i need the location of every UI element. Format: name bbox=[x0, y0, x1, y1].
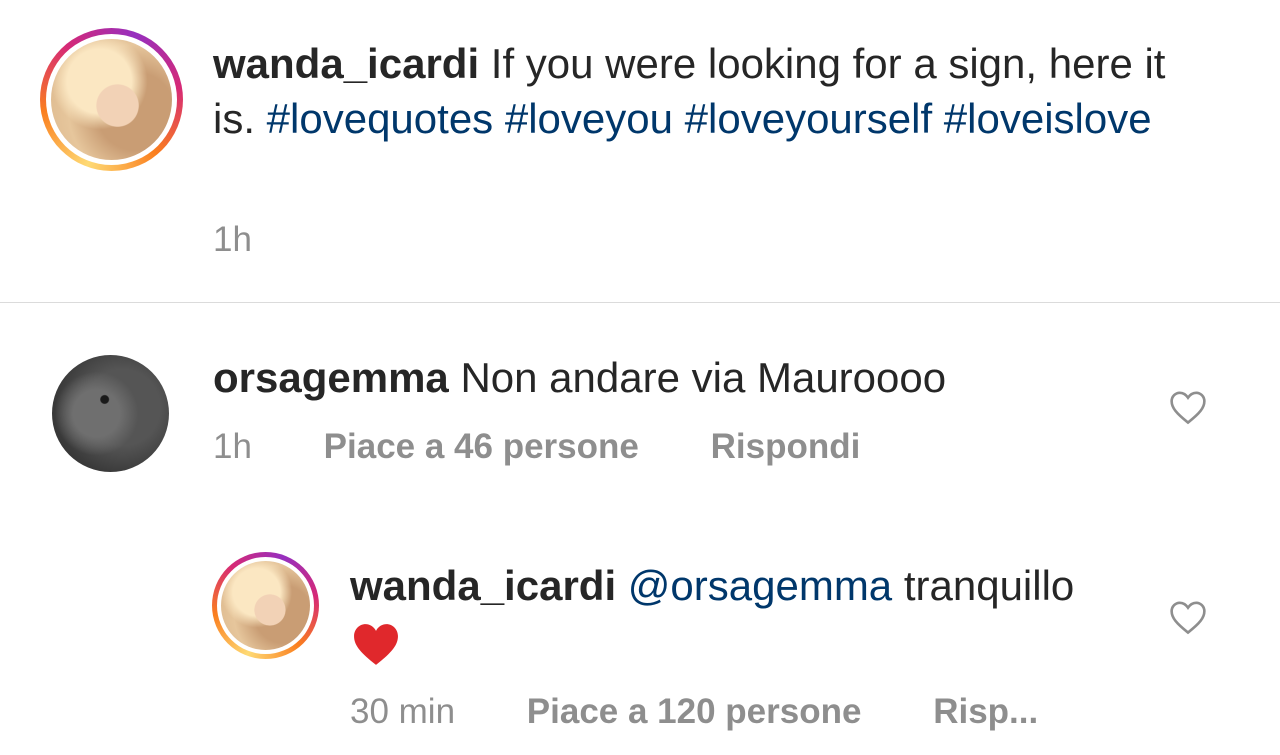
reply-text: wanda_icardi @orsagemma tranquillo bbox=[350, 558, 1150, 668]
comment-meta: 1h Piace a 46 persone Rispondi bbox=[213, 427, 860, 467]
reply-button[interactable]: Risp... bbox=[933, 692, 1038, 732]
red-heart-icon bbox=[354, 624, 398, 665]
reply-username[interactable]: wanda_icardi bbox=[350, 562, 616, 609]
heart-outline-icon[interactable] bbox=[1168, 599, 1208, 635]
comment-time: 1h bbox=[213, 427, 252, 466]
profile-photo bbox=[51, 39, 172, 160]
hashtag-loveyou[interactable]: #loveyou bbox=[505, 95, 673, 142]
reply-time: 30 min bbox=[350, 692, 456, 731]
reply-meta: 30 min Piace a 120 persone Risp... bbox=[350, 692, 1038, 732]
caption-text: wanda_icardi If you were looking for a s… bbox=[213, 36, 1213, 146]
comment-body: Non andare via Mauroooo bbox=[460, 354, 947, 401]
reply-button[interactable]: Rispondi bbox=[711, 427, 861, 467]
reply-likes[interactable]: Piace a 120 persone bbox=[527, 692, 862, 732]
comment-text: orsagemma Non andare via Mauroooo bbox=[213, 350, 1113, 405]
hashtag-lovequotes[interactable]: #lovequotes bbox=[267, 95, 494, 142]
hashtag-loveyourself[interactable]: #loveyourself bbox=[685, 95, 932, 142]
comment-likes[interactable]: Piace a 46 persone bbox=[324, 427, 639, 467]
rabbit-avatar[interactable] bbox=[52, 355, 169, 472]
caption-avatar[interactable] bbox=[40, 28, 183, 171]
caption-time: 1h bbox=[213, 220, 252, 259]
caption-username[interactable]: wanda_icardi bbox=[213, 40, 479, 87]
divider bbox=[0, 302, 1280, 303]
post-caption: wanda_icardi If you were looking for a s… bbox=[0, 0, 1280, 302]
hashtag-loveislove[interactable]: #loveislove bbox=[944, 95, 1152, 142]
mention-link[interactable]: @orsagemma bbox=[628, 562, 892, 609]
profile-photo bbox=[221, 561, 310, 650]
comment-username[interactable]: orsagemma bbox=[213, 354, 449, 401]
caption-meta: 1h bbox=[213, 220, 252, 260]
heart-outline-icon[interactable] bbox=[1168, 389, 1208, 425]
reply-body: tranquillo bbox=[903, 562, 1075, 609]
reply-avatar[interactable] bbox=[212, 552, 319, 659]
